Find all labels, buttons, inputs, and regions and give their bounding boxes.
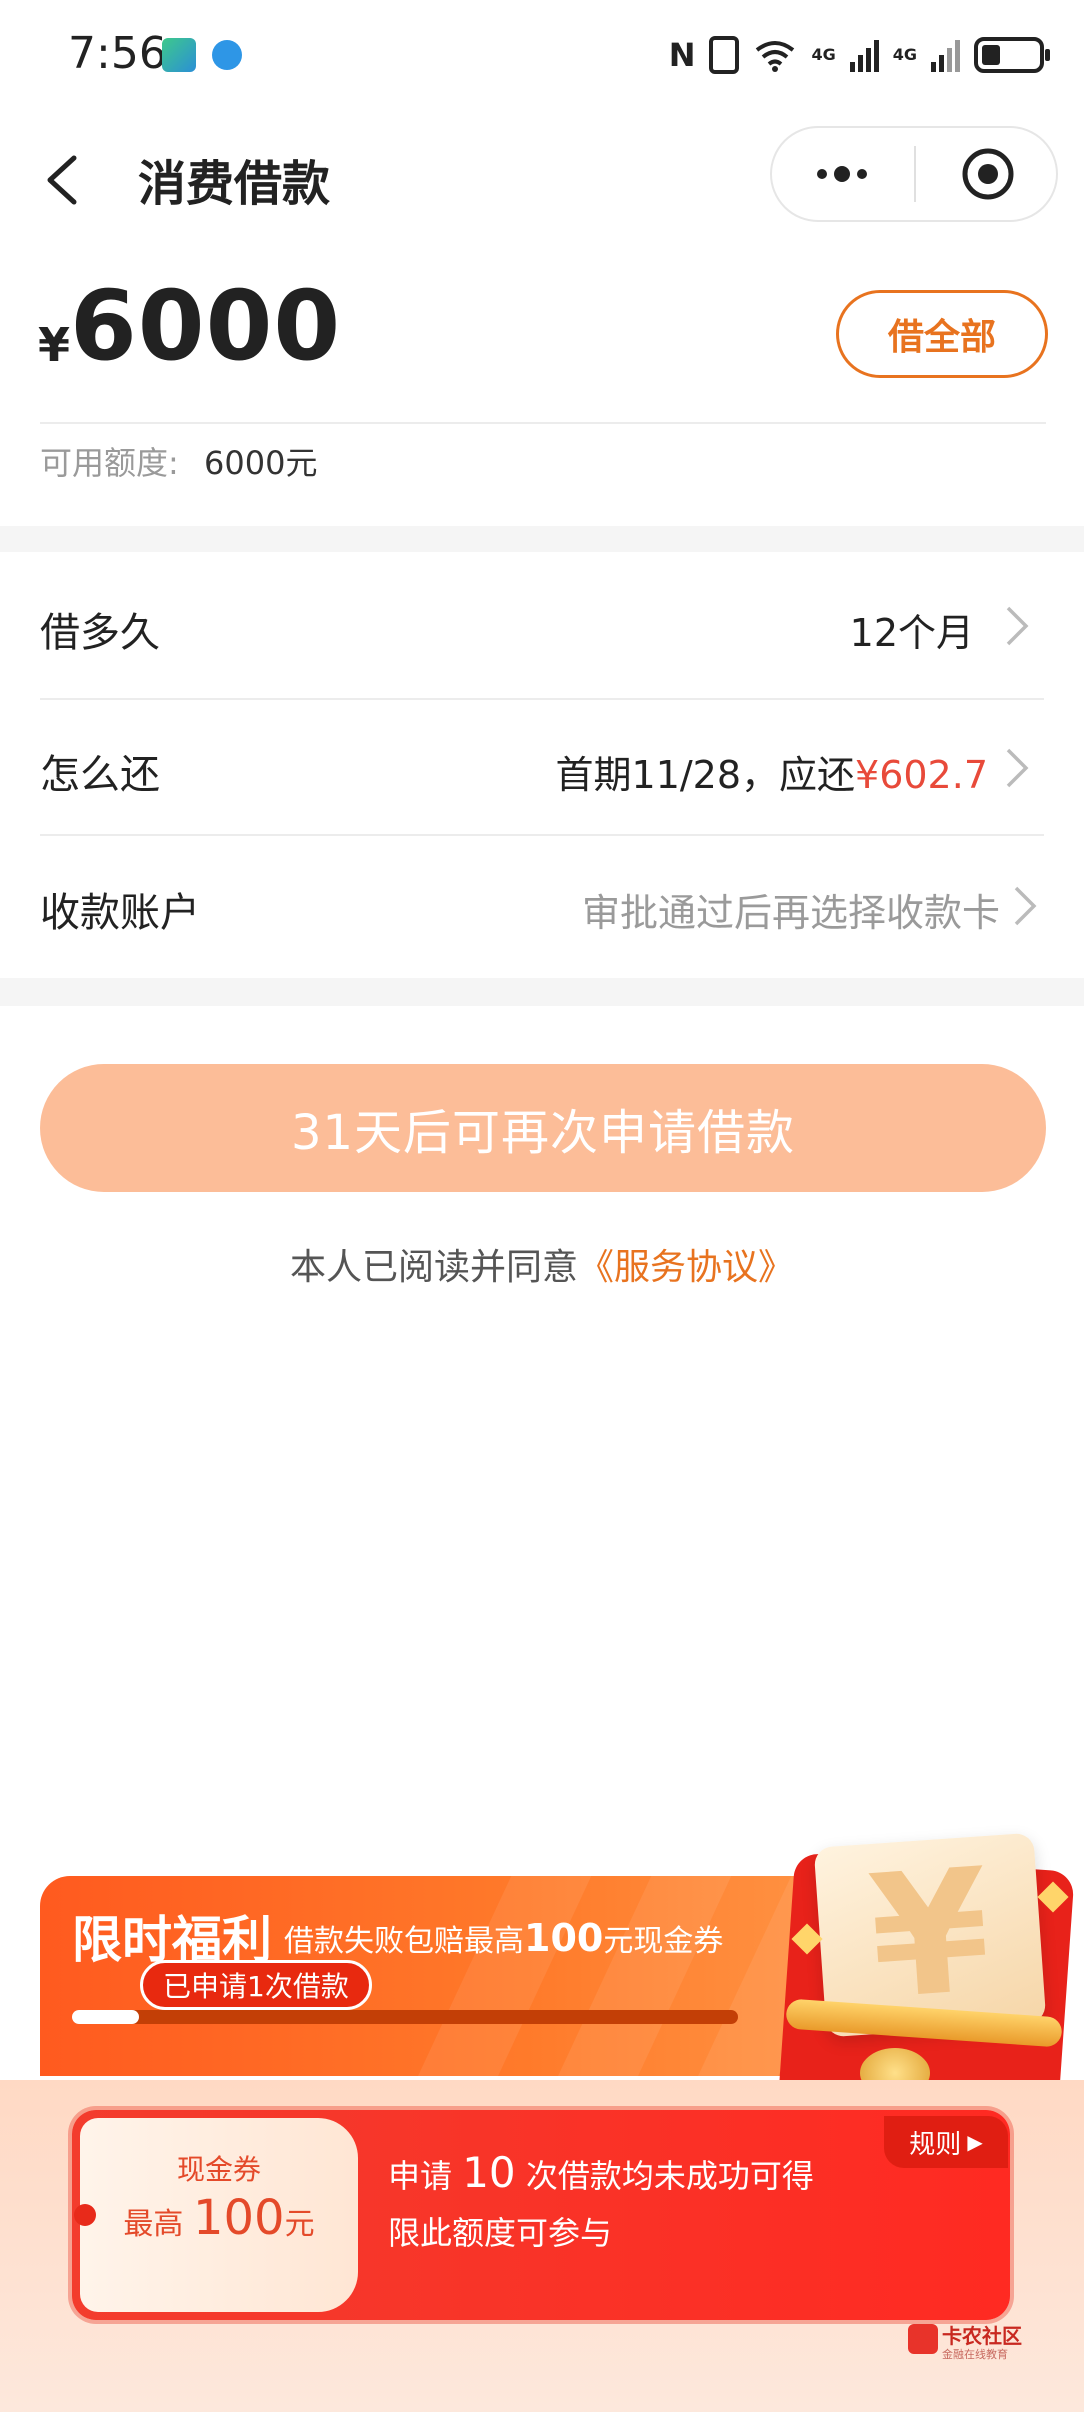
amount-divider <box>40 422 1046 424</box>
battery-icon <box>974 37 1050 73</box>
vibrate-icon <box>709 36 740 74</box>
coupon-amount-value: 100 <box>192 2190 285 2246</box>
nfc-icon: N <box>668 36 696 74</box>
coupon-type: 现金券 <box>176 2153 261 2186</box>
chevron-right-icon <box>1014 886 1037 926</box>
more-dots-icon[interactable] <box>812 160 872 188</box>
receiving-account-value: 审批通过后再选择收款卡 <box>581 891 1000 935</box>
chevron-right-icon <box>1006 606 1029 646</box>
rules-button[interactable]: 规则 ▶ <box>884 2116 1008 2168</box>
back-chevron-icon[interactable] <box>36 150 96 210</box>
status-bar: 7:56 N 4G 4G <box>0 0 1084 110</box>
coupon-condition-prefix: 申请 <box>388 2157 463 2195</box>
app-notification-icon <box>162 38 196 72</box>
repayment-value: 首期11/28，应还¥602.7 <box>556 744 988 799</box>
loan-term-label: 借多久 <box>40 610 160 656</box>
repayment-first-period: 首期11/28，应还 <box>555 753 856 797</box>
watermark-title: 卡农社区 <box>942 2324 1022 2348</box>
promo-subtitle-amount: 100 <box>524 1916 604 1960</box>
promo-subtitle: 借款失败包赔最高100元现金券 <box>284 1916 723 1960</box>
apply-loan-button[interactable]: 31天后可再次申请借款 <box>40 1064 1046 1192</box>
promo-subtitle-prefix: 借款失败包赔最高 <box>284 1924 524 1959</box>
coupon-condition: 申请 10 次借款均未成功可得 <box>388 2148 814 2197</box>
service-agreement-link[interactable]: 《服务协议》 <box>578 1247 794 1288</box>
promo-subtitle-suffix: 元现金券 <box>603 1924 724 1959</box>
network-type-2: 4G <box>892 45 917 64</box>
capsule-divider <box>914 146 916 202</box>
signal-icon-1 <box>849 38 879 72</box>
watermark-subtitle: 金融在线教育 <box>942 2348 1008 2361</box>
coupon-amount: 最高 100元 <box>80 2190 358 2246</box>
available-credit-label: 可用额度: <box>40 444 179 482</box>
loan-term-value: 12个月 <box>849 611 974 655</box>
agreement-prefix: 本人已阅读并同意 <box>289 1247 578 1288</box>
repayment-amount: ¥602.7 <box>855 753 988 797</box>
page-title: 消费借款 <box>138 156 331 212</box>
status-time: 7:56 <box>68 28 167 79</box>
play-triangle-icon: ▶ <box>967 2130 983 2154</box>
available-credit-value: 6000元 <box>204 444 318 482</box>
watermark-logo-icon <box>908 2324 938 2354</box>
currency-symbol: ¥ <box>38 318 71 372</box>
coupon-amount-prefix: 最高 <box>123 2207 193 2242</box>
borrow-all-button[interactable]: 借全部 <box>836 290 1048 378</box>
loan-amount[interactable]: 6000 <box>70 270 341 382</box>
network-type-1: 4G <box>811 45 836 64</box>
repayment-label: 怎么还 <box>40 752 160 798</box>
coupon-condition-count: 10 <box>462 2148 516 2197</box>
coupon-condition-suffix: 次借款均未成功可得 <box>515 2157 814 2195</box>
coupon-eligibility: 限此额度可参与 <box>388 2214 613 2252</box>
section-separator <box>0 978 1084 1006</box>
close-target-icon[interactable] <box>960 146 1016 202</box>
receiving-account-label: 收款账户 <box>40 890 200 936</box>
promo-progress-fill <box>72 2010 139 2024</box>
signal-icon-2 <box>931 38 960 72</box>
chevron-right-icon <box>1006 748 1029 788</box>
agreement-text: 本人已阅读并同意《服务协议》 <box>0 1238 1084 1290</box>
section-separator <box>0 526 1084 552</box>
applied-count-badge: 已申请1次借款 <box>140 1960 372 2010</box>
browser-notification-icon <box>212 40 242 70</box>
rules-label: 规则 <box>909 2129 962 2160</box>
coupon-amount-suffix: 元 <box>284 2207 315 2242</box>
status-icons: N 4G 4G <box>668 30 1050 80</box>
promo-progress-track <box>72 2010 738 2024</box>
wifi-icon <box>756 41 795 72</box>
